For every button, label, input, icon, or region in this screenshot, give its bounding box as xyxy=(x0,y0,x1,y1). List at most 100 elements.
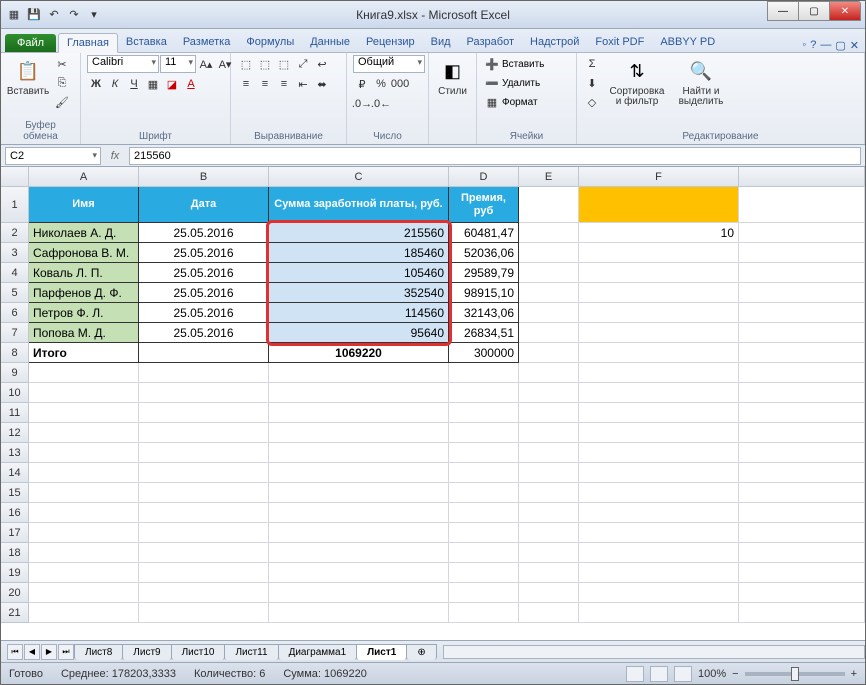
clear-icon[interactable]: ◇ xyxy=(583,93,601,111)
cell-B2[interactable]: 25.05.2016 xyxy=(139,223,269,243)
cell-A19[interactable] xyxy=(29,563,139,583)
cell-A5[interactable]: Парфенов Д. Ф. xyxy=(29,283,139,303)
cell-C18[interactable] xyxy=(269,543,449,563)
cell-B7[interactable]: 25.05.2016 xyxy=(139,323,269,343)
name-box[interactable]: C2 xyxy=(5,147,101,165)
row-header-19[interactable]: 19 xyxy=(1,563,29,583)
horizontal-scrollbar[interactable] xyxy=(443,645,865,659)
sheet-nav-prev[interactable]: ◀ xyxy=(24,644,40,660)
fx-button[interactable]: fx xyxy=(105,150,125,162)
cell-C21[interactable] xyxy=(269,603,449,623)
cell-C15[interactable] xyxy=(269,483,449,503)
sheet-tab-Лист8[interactable]: Лист8 xyxy=(74,644,123,660)
row-header-17[interactable]: 17 xyxy=(1,523,29,543)
zoom-out-icon[interactable]: − xyxy=(732,668,738,680)
row-header-20[interactable]: 20 xyxy=(1,583,29,603)
cell-C14[interactable] xyxy=(269,463,449,483)
cell-E14[interactable] xyxy=(519,463,579,483)
row-header-2[interactable]: 2 xyxy=(1,223,29,243)
cell-F10[interactable] xyxy=(579,383,739,403)
cell-B19[interactable] xyxy=(139,563,269,583)
cell-F6[interactable] xyxy=(579,303,739,323)
row-header-6[interactable]: 6 xyxy=(1,303,29,323)
col-header-C[interactable]: C xyxy=(269,167,449,187)
font-name-combo[interactable]: Calibri xyxy=(87,55,159,73)
sheet-tab-Лист9[interactable]: Лист9 xyxy=(122,644,171,660)
cell-C11[interactable] xyxy=(269,403,449,423)
cell-D7[interactable]: 26834,51 xyxy=(449,323,519,343)
cell-C13[interactable] xyxy=(269,443,449,463)
cell-B21[interactable] xyxy=(139,603,269,623)
ribbon-tab-Формулы[interactable]: Формулы xyxy=(238,33,302,52)
align-bottom-icon[interactable]: ⬚ xyxy=(275,55,293,73)
ribbon-tab-Рецензир[interactable]: Рецензир xyxy=(358,33,423,52)
cell-E15[interactable] xyxy=(519,483,579,503)
align-middle-icon[interactable]: ⬚ xyxy=(256,55,274,73)
ribbon-minimize-icon[interactable]: ◦ xyxy=(802,39,806,52)
cell-C19[interactable] xyxy=(269,563,449,583)
autosum-icon[interactable]: Σ xyxy=(583,55,601,73)
cell-C7[interactable]: 95640 xyxy=(269,323,449,343)
cell-F18[interactable] xyxy=(579,543,739,563)
cell-E17[interactable] xyxy=(519,523,579,543)
row-header-16[interactable]: 16 xyxy=(1,503,29,523)
merge-icon[interactable]: ⬌ xyxy=(313,75,331,93)
zoom-level[interactable]: 100% xyxy=(698,668,726,680)
cell-E16[interactable] xyxy=(519,503,579,523)
row-header-4[interactable]: 4 xyxy=(1,263,29,283)
cell-A6[interactable]: Петров Ф. Л. xyxy=(29,303,139,323)
cell-A10[interactable] xyxy=(29,383,139,403)
sheet-tab-Диаграмма1[interactable]: Диаграмма1 xyxy=(278,644,358,660)
cell-B10[interactable] xyxy=(139,383,269,403)
underline-icon[interactable]: Ч xyxy=(125,75,143,93)
cell-E19[interactable] xyxy=(519,563,579,583)
new-sheet-button[interactable]: ⊕ xyxy=(406,644,436,660)
cell-B15[interactable] xyxy=(139,483,269,503)
ribbon-tab-Главная[interactable]: Главная xyxy=(58,33,118,53)
doc-close-icon[interactable]: ✕ xyxy=(850,39,859,52)
cell-B4[interactable]: 25.05.2016 xyxy=(139,263,269,283)
cell-C8[interactable]: 1069220 xyxy=(269,343,449,363)
view-break-icon[interactable] xyxy=(674,666,692,682)
ribbon-tab-Надстрой[interactable]: Надстрой xyxy=(522,33,587,52)
cell-A3[interactable]: Сафронова В. М. xyxy=(29,243,139,263)
cell-C20[interactable] xyxy=(269,583,449,603)
row-header-5[interactable]: 5 xyxy=(1,283,29,303)
doc-restore-icon[interactable]: ▢ xyxy=(835,39,845,52)
border-icon[interactable]: ▦ xyxy=(144,75,162,93)
ribbon-tab-Вид[interactable]: Вид xyxy=(423,33,459,52)
formula-input[interactable]: 215560 xyxy=(129,147,861,165)
cell-E5[interactable] xyxy=(519,283,579,303)
cell-C5[interactable]: 352540 xyxy=(269,283,449,303)
redo-icon[interactable]: ↷ xyxy=(65,6,83,24)
cell-B16[interactable] xyxy=(139,503,269,523)
cell-E12[interactable] xyxy=(519,423,579,443)
view-normal-icon[interactable] xyxy=(626,666,644,682)
ribbon-tab-Разработ[interactable]: Разработ xyxy=(459,33,522,52)
cell-E7[interactable] xyxy=(519,323,579,343)
row-header-14[interactable]: 14 xyxy=(1,463,29,483)
cell-C4[interactable]: 105460 xyxy=(269,263,449,283)
cell-B11[interactable] xyxy=(139,403,269,423)
insert-cells-icon[interactable]: ➕ xyxy=(483,55,501,73)
sheet-nav-last[interactable]: ⏭ xyxy=(58,644,74,660)
cell-B20[interactable] xyxy=(139,583,269,603)
ribbon-tab-Foxit PDF[interactable]: Foxit PDF xyxy=(587,33,652,52)
cell-F20[interactable] xyxy=(579,583,739,603)
cell-D21[interactable] xyxy=(449,603,519,623)
col-header-F[interactable]: F xyxy=(579,167,739,187)
save-icon[interactable]: 💾 xyxy=(25,6,43,24)
cell-D4[interactable]: 29589,79 xyxy=(449,263,519,283)
styles-button[interactable]: ◧ Стили xyxy=(435,55,470,99)
cell-C17[interactable] xyxy=(269,523,449,543)
undo-icon[interactable]: ↶ xyxy=(45,6,63,24)
sheet-tab-Лист10[interactable]: Лист10 xyxy=(171,644,226,660)
col-header-A[interactable]: A xyxy=(29,167,139,187)
comma-icon[interactable]: 000 xyxy=(391,75,409,93)
cell-E6[interactable] xyxy=(519,303,579,323)
cell-A18[interactable] xyxy=(29,543,139,563)
ribbon-tab-Вставка[interactable]: Вставка xyxy=(118,33,175,52)
select-all-corner[interactable] xyxy=(1,167,29,187)
row-header-21[interactable]: 21 xyxy=(1,603,29,623)
number-format-combo[interactable]: Общий xyxy=(353,55,425,73)
